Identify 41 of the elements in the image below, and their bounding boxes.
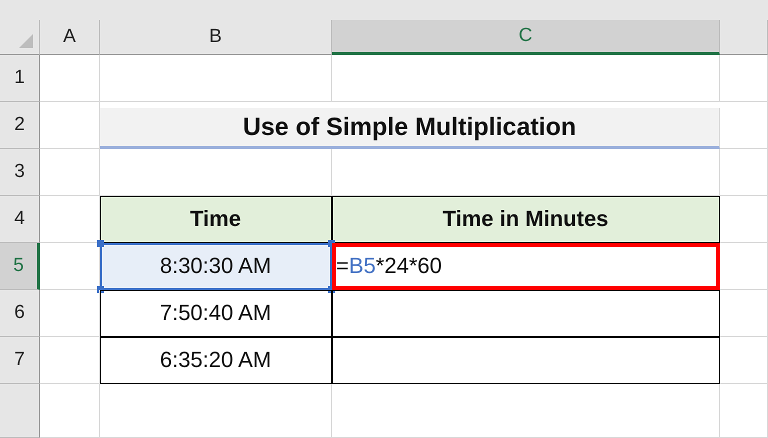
table-cell[interactable] <box>332 290 720 337</box>
sheet-cell[interactable] <box>40 290 100 337</box>
column-header[interactable]: A <box>40 20 100 55</box>
sheet-title: Use of Simple Multiplication <box>100 108 720 149</box>
row-header[interactable]: 1 <box>0 55 40 102</box>
column-header[interactable] <box>720 20 768 55</box>
sheet-cell[interactable] <box>720 290 768 337</box>
row-header[interactable] <box>0 384 40 438</box>
sheet-cell[interactable] <box>40 337 100 384</box>
row-header[interactable]: 4 <box>0 196 40 243</box>
sheet-cell[interactable] <box>720 384 768 438</box>
table-header-cell: Time in Minutes <box>332 196 720 243</box>
formula-cell[interactable]: =B5*24*60 <box>332 243 720 290</box>
table-cell[interactable]: 7:50:40 AM <box>100 290 332 337</box>
sheet-cell[interactable] <box>100 55 332 102</box>
corner-triangle-icon <box>19 34 33 48</box>
row-header[interactable]: 3 <box>0 149 40 196</box>
row-header[interactable]: 6 <box>0 290 40 337</box>
resize-handle[interactable] <box>97 240 104 247</box>
sheet-cell[interactable] <box>100 384 332 438</box>
sheet-cell[interactable] <box>720 149 768 196</box>
sheet-cell[interactable] <box>332 55 720 102</box>
select-all-corner[interactable] <box>0 20 40 55</box>
table-cell[interactable] <box>332 337 720 384</box>
table-cell[interactable]: 6:35:20 AM <box>100 337 332 384</box>
row-header[interactable]: 2 <box>0 102 40 149</box>
sheet-cell[interactable] <box>720 337 768 384</box>
table-header-cell: Time <box>100 196 332 243</box>
sheet-cell[interactable] <box>40 55 100 102</box>
sheet-cell[interactable] <box>332 384 720 438</box>
table-cell[interactable]: 8:30:30 AM <box>100 243 332 290</box>
sheet-cell[interactable] <box>40 384 100 438</box>
sheet-cell[interactable] <box>720 102 768 149</box>
sheet-cell[interactable] <box>720 55 768 102</box>
column-header[interactable]: B <box>100 20 332 55</box>
row-header[interactable]: 5 <box>0 243 40 290</box>
row-header[interactable]: 7 <box>0 337 40 384</box>
sheet-cell[interactable] <box>720 243 768 290</box>
sheet-cell[interactable] <box>40 149 100 196</box>
sheet-cell[interactable] <box>720 196 768 243</box>
column-header[interactable]: C <box>332 20 720 55</box>
